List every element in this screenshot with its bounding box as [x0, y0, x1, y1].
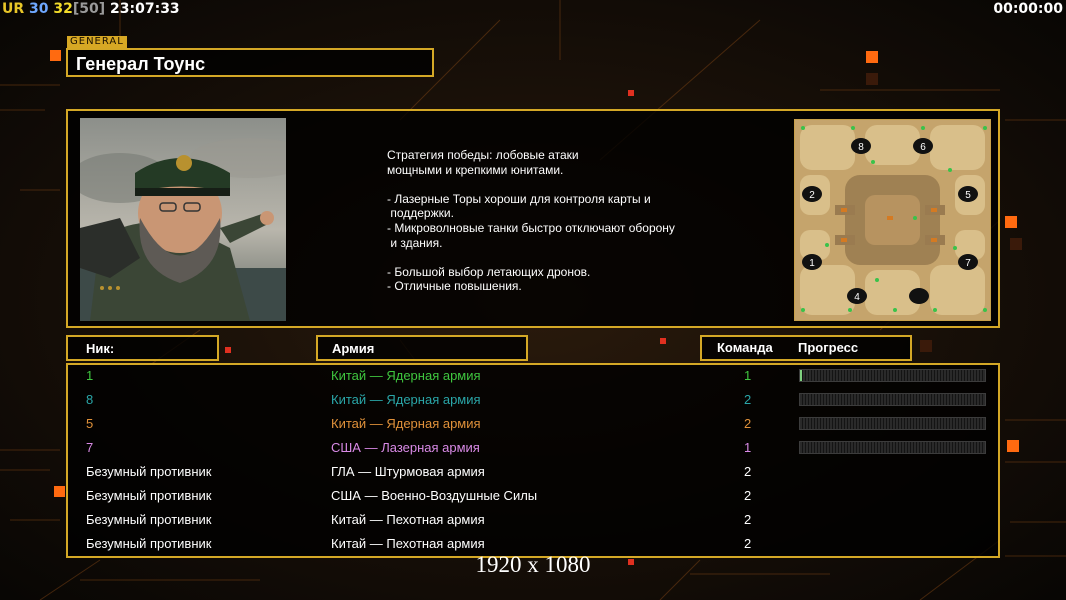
player-team: 2	[744, 512, 752, 527]
player-progress-bar	[799, 441, 986, 454]
army-header-label: Армия	[332, 341, 375, 356]
player-army: Китай — Пехотная армия	[331, 536, 485, 551]
description-line: - Микроволновые танки быстро отключают о…	[387, 220, 675, 235]
player-nick: 5	[86, 416, 94, 431]
player-row[interactable]: Безумный противник ГЛА — Штурмовая армия 2	[68, 462, 998, 486]
description-line: поддержки.	[387, 206, 454, 221]
map-slot-label: 6	[920, 142, 926, 153]
nick-header-label: Ник:	[86, 341, 115, 356]
general-name: Генерал Тоунс	[76, 54, 206, 74]
player-team: 2	[744, 416, 752, 431]
general-portrait	[80, 118, 286, 321]
column-header-army: Армия	[316, 335, 528, 361]
player-team: 1	[744, 368, 752, 383]
player-row[interactable]: 5 Китай — Ядерная армия 2	[68, 414, 998, 438]
player-row[interactable]: 7 США — Лазерная армия 1	[68, 438, 998, 462]
player-row[interactable]: Безумный противник Китай — Пехотная армия…	[68, 510, 998, 534]
player-nick: 7	[86, 440, 94, 455]
general-info-panel: Стратегия победы: лобовые атаки мощными …	[66, 109, 1000, 328]
hud-stats: UR 30 32[50] 23:07:33	[2, 0, 180, 18]
player-progress-bar	[799, 393, 986, 406]
description-line: Стратегия победы: лобовые атаки	[387, 148, 579, 162]
resolution-label: 1920 x 1080	[475, 552, 591, 577]
player-row[interactable]: 8 Китай — Ядерная армия 2	[68, 390, 998, 414]
player-team: 2	[744, 536, 752, 551]
player-row[interactable]: 1 Китай — Ядерная армия 1	[68, 366, 998, 390]
description-line	[387, 177, 675, 192]
description-line: мощными и крепкими юнитами.	[387, 162, 564, 177]
player-army: Китай — Ядерная армия	[331, 392, 481, 407]
map-slot-label: 7	[965, 258, 971, 269]
column-header-team-progress: Команда Прогресс	[700, 335, 912, 361]
player-team: 2	[744, 392, 752, 407]
player-nick: Безумный противник	[86, 536, 212, 551]
player-list: 1 Китай — Ядерная армия 1 8 Китай — Ядерная …	[66, 363, 1000, 558]
description-line: - Отличные повышения.	[387, 279, 522, 294]
map-slot-label: 2	[809, 190, 815, 201]
player-army: США — Военно-Воздушные Силы	[331, 488, 538, 503]
map-slot-label: 1	[809, 258, 815, 269]
description-line: и здания.	[387, 235, 443, 250]
player-row[interactable]: Безумный противник США — Военно-Воздушные…	[68, 486, 998, 510]
player-army: Китай — Ядерная армия	[331, 416, 481, 431]
player-nick: Безумный противник	[86, 488, 212, 503]
player-team: 2	[744, 464, 752, 479]
map-slot-label: 4	[854, 292, 860, 303]
game-timer: 00:00:00	[993, 1, 1063, 17]
hud-clock: 23:07:33	[110, 1, 180, 17]
general-title-box: Генерал Тоунс	[66, 48, 434, 77]
hud-value-3: [50]	[72, 1, 106, 17]
map-slot-label: 5	[965, 190, 971, 201]
player-nick: 1	[86, 368, 94, 383]
player-nick: Безумный противник	[86, 512, 212, 527]
player-nick: Безумный противник	[86, 464, 212, 479]
player-progress-bar	[799, 417, 986, 430]
description-line	[387, 250, 675, 265]
general-description: Стратегия победы: лобовые атаки мощными …	[387, 148, 675, 294]
map-slot-label: 8	[858, 142, 864, 153]
hud-ur-label: UR	[2, 1, 25, 17]
player-army: ГЛА — Штурмовая армия	[331, 464, 485, 479]
player-army: США — Лазерная армия	[331, 440, 480, 455]
map-preview[interactable]: 8 6 2 5 1 7 4	[794, 119, 991, 321]
player-army: Китай — Ядерная армия	[331, 368, 481, 383]
player-nick: 8	[86, 392, 94, 407]
player-progress-bar	[799, 369, 986, 382]
team-header-label: Команда	[717, 340, 773, 355]
hud-value-2: 32	[53, 1, 73, 17]
column-header-nick: Ник:	[66, 335, 219, 361]
general-tag: GENERAL	[67, 36, 127, 48]
player-army: Китай — Пехотная армия	[331, 512, 485, 527]
progress-header-label: Прогресс	[798, 340, 859, 355]
hud-value-1: 30	[29, 1, 49, 17]
player-team: 1	[744, 440, 752, 455]
progress-fill	[800, 370, 802, 381]
player-team: 2	[744, 488, 752, 503]
description-line: - Большой выбор летающих дронов.	[387, 264, 591, 279]
description-line: - Лазерные Торы хороши для контроля карт…	[387, 191, 651, 206]
